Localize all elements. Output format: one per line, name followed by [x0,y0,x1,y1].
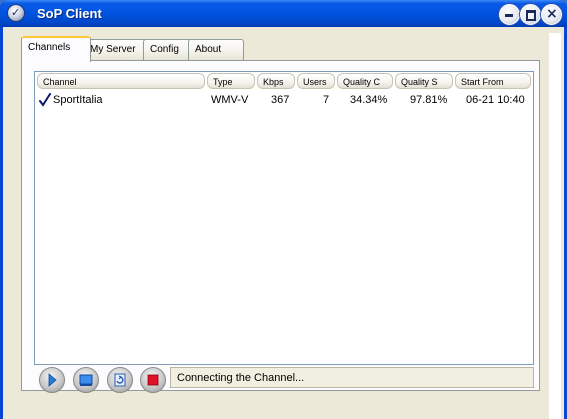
play-icon [48,373,57,387]
cell-users: 7 [323,94,330,106]
right-edge-strip [549,33,561,419]
column-header-quality-c[interactable]: Quality C [337,73,393,89]
app-icon[interactable]: ✓ [7,4,25,22]
control-bar: Connecting the Channel... [33,366,538,393]
title-bar[interactable]: ✓ SoP Client × [0,0,567,27]
cell-kbps: 367 [271,94,290,106]
minimize-button[interactable] [499,4,520,25]
cell-start-from: 06-21 10:40 [466,94,525,106]
column-header-users[interactable]: Users [297,73,335,89]
refresh-button[interactable] [107,367,133,393]
sop-client-window: ✓ SoP Client × Channels My Server Config… [0,0,567,419]
close-button[interactable]: × [541,4,562,25]
channel-list[interactable]: Channel Type Kbps Users Quality C Qualit… [34,71,534,365]
window-title: SoP Client [37,6,102,21]
checkmark-icon [39,93,51,107]
column-header-kbps[interactable]: Kbps [257,73,295,89]
cell-channel: SportItalia [53,94,103,106]
maximize-button[interactable] [520,4,541,25]
client-area: Channels My Server Config About Channel … [3,27,564,419]
stop-icon [147,374,159,386]
stop-button[interactable] [140,367,166,393]
list-header: Channel Type Kbps Users Quality C Qualit… [35,72,533,90]
refresh-icon [114,373,126,387]
channels-panel: Channel Type Kbps Users Quality C Qualit… [21,60,540,391]
cell-quality-c: 34.34% [350,94,388,106]
tab-about[interactable]: About [188,39,244,60]
cell-quality-s: 97.81% [410,94,448,106]
column-header-type[interactable]: Type [207,73,255,89]
play-button[interactable] [39,367,65,393]
column-header-quality-s[interactable]: Quality S [395,73,453,89]
cell-type: WMV-V [211,94,249,106]
tab-channels[interactable]: Channels [21,36,91,62]
table-row[interactable]: SportItalia WMV-V 367 7 34.34% 97.81% 06… [35,92,533,108]
close-icon: × [546,6,558,22]
screen-button[interactable] [73,367,99,393]
status-bar: Connecting the Channel... [170,367,534,388]
column-header-start-from[interactable]: Start From [455,73,531,89]
screen-icon [79,374,93,386]
column-header-channel[interactable]: Channel [37,73,205,89]
